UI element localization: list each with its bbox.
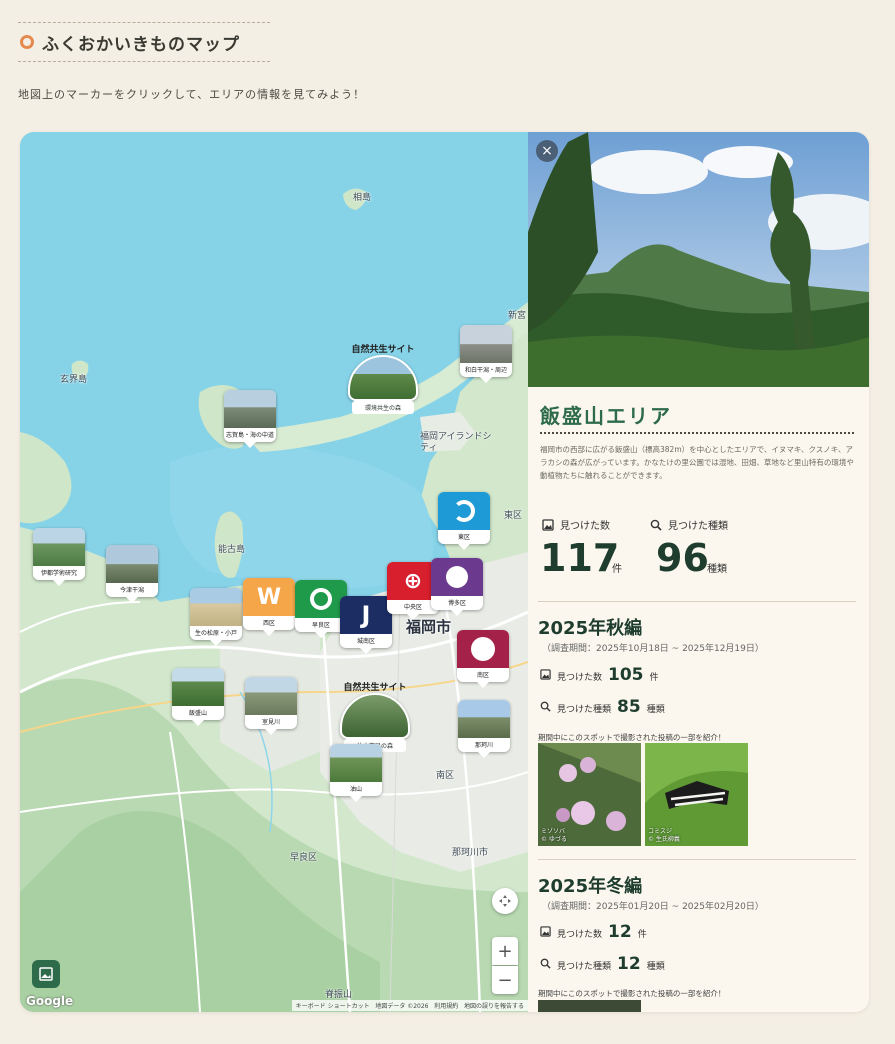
season-species-unit: 種類: [646, 962, 665, 972]
image-icon: [39, 967, 53, 981]
zoom-out-button[interactable]: −: [492, 966, 518, 994]
map-marker[interactable]: 今津干潟: [106, 545, 158, 603]
keyboard-shortcuts-link[interactable]: キーボード ショートカット: [296, 1003, 370, 1010]
observation-photo[interactable]: ミゾソバ © ゆづる: [538, 743, 641, 846]
image-icon: [542, 518, 554, 531]
season-title: 2025年秋編: [538, 618, 643, 639]
area-title: 飯盛山エリア: [540, 404, 672, 428]
pan-control-button[interactable]: [492, 888, 518, 914]
total-species: 96: [656, 536, 709, 580]
photo-species-name: コミスジ: [648, 828, 673, 835]
terms-link[interactable]: 利用規約: [434, 1003, 458, 1010]
found-count-label: 見つけた数: [560, 521, 610, 532]
section-divider: [538, 859, 856, 860]
search-icon: [540, 958, 551, 969]
map-marker-ward[interactable]: 東区: [438, 492, 490, 550]
map-marker-ward[interactable]: J 城南区: [340, 596, 392, 654]
section-divider: [538, 601, 856, 602]
season-title: 2025年冬編: [538, 876, 643, 897]
place-label: 相島: [353, 193, 372, 203]
close-button[interactable]: ×: [536, 140, 558, 162]
google-logo: Google: [26, 994, 74, 1008]
report-error-link[interactable]: 地図の誤りを報告する: [464, 1003, 524, 1010]
map-marker-ward[interactable]: 南区: [457, 630, 509, 688]
place-label: 早良区: [290, 853, 318, 863]
season-period: （調査期間：2025年10月18日 ~ 2025年12月19日）: [542, 644, 764, 654]
map-marker[interactable]: 油山: [330, 744, 382, 802]
season-count: 105: [608, 665, 644, 685]
place-label: 東区: [504, 511, 523, 521]
map-marker[interactable]: 那珂川: [458, 700, 510, 758]
area-description: 福岡市の西部に広がる飯盛山（標高382m）を中心としたエリアで、イヌマキ、クスノ…: [540, 445, 854, 480]
search-icon: [540, 701, 551, 712]
gallery-button[interactable]: [32, 960, 60, 988]
season-count-unit: 件: [637, 930, 647, 940]
observation-photo[interactable]: [538, 1000, 641, 1012]
photo-credit: © ゆづる: [541, 836, 567, 843]
place-label: 玄界島: [60, 375, 88, 385]
total-count-unit: 件: [612, 564, 622, 575]
season-species-row: 見つけた種類 85 種類: [540, 697, 665, 717]
place-label: 南区: [436, 771, 455, 781]
season-count-label: 見つけた数: [557, 673, 603, 683]
area-detail-panel: × 飯盛山エリア 福岡市の西部に広がる飯盛山（標高382m）を中心としたエリアで…: [528, 132, 869, 1012]
place-label: 那珂川市: [452, 848, 489, 858]
observation-photo[interactable]: コミスジ © 生氏柳義: [645, 743, 748, 846]
map-marker-ward[interactable]: W 西区: [243, 578, 295, 636]
season-count: 12: [608, 922, 632, 942]
page-header: ふくおかいきものマップ: [18, 22, 270, 62]
map-marker[interactable]: 和白干潟・周辺: [460, 325, 512, 383]
move-icon: [499, 895, 511, 907]
season-species: 85: [617, 697, 641, 717]
title-divider: [540, 432, 854, 434]
place-label: 新宮: [508, 311, 527, 321]
image-icon: [540, 669, 551, 680]
found-count-stat: 見つけた数: [542, 517, 610, 532]
image-icon: [540, 926, 551, 937]
season-species: 12: [617, 954, 641, 974]
zoom-in-button[interactable]: +: [492, 937, 518, 965]
season-count-unit: 件: [649, 673, 659, 683]
season-species-row: 見つけた種類 12 種類: [540, 954, 665, 974]
season-species-label: 見つけた種類: [557, 962, 612, 972]
season-species-unit: 種類: [646, 705, 665, 715]
title-dot-icon: [20, 35, 34, 49]
area-hero-image: ×: [528, 132, 869, 387]
photo-species-name: ミゾソバ: [541, 828, 566, 835]
season-count-row: 見つけた数 105 件: [540, 665, 659, 685]
map-attribution[interactable]: キーボード ショートカット 地図データ ©2026 利用規約 地図の誤りを報告す…: [291, 1000, 528, 1011]
map-marker[interactable]: 生の松原・小戸: [190, 588, 242, 646]
season-species-label: 見つけた種類: [557, 705, 612, 715]
map-card: 相島 玄界島 能古島 新宮 福岡アイランドシティ 東区 福岡市 南区 早良区 那…: [20, 132, 869, 1012]
place-label: 福岡アイランドシティ: [420, 432, 492, 453]
season-count-label: 見つけた数: [557, 930, 603, 940]
season-note: 期間中にこのスポットで撮影された投稿の一部を紹介！: [538, 989, 726, 998]
map-marker-nature[interactable]: 自然共生サイト 環境共生の森: [346, 342, 420, 414]
place-label: 能古島: [218, 545, 246, 555]
place-label: 脊振山: [325, 990, 353, 1000]
map-data-text: 地図データ ©2026: [375, 1003, 429, 1010]
map-marker-ward[interactable]: 博多区: [431, 558, 483, 616]
search-icon: [650, 519, 662, 531]
found-species-stat: 見つけた種類: [650, 517, 728, 532]
map-marker[interactable]: 伊都学術研究: [33, 528, 85, 586]
map-marker[interactable]: 志賀島・海の中道: [224, 390, 276, 448]
season-note: 期間中にこのスポットで撮影された投稿の一部を紹介！: [538, 733, 726, 742]
total-species-unit: 種類: [707, 564, 727, 575]
found-species-label: 見つけた種類: [668, 521, 728, 532]
map[interactable]: 相島 玄界島 能古島 新宮 福岡アイランドシティ 東区 福岡市 南区 早良区 那…: [20, 132, 528, 1012]
map-marker-nature[interactable]: 自然共生サイト 油山市民の森: [338, 680, 412, 752]
map-marker[interactable]: 室見川: [245, 677, 297, 735]
photo-credit: © 生氏柳義: [648, 836, 680, 843]
total-count: 117: [540, 536, 620, 580]
page-title: ふくおかいきものマップ: [42, 34, 240, 55]
page-subtitle: 地図上のマーカーをクリックして、エリアの情報を見てみよう！: [18, 88, 366, 101]
season-period: （調査期間：2025年01月20日 ~ 2025年02月20日）: [542, 902, 764, 912]
map-marker[interactable]: 飯盛山: [172, 668, 224, 726]
season-count-row: 見つけた数 12 件: [540, 922, 647, 942]
